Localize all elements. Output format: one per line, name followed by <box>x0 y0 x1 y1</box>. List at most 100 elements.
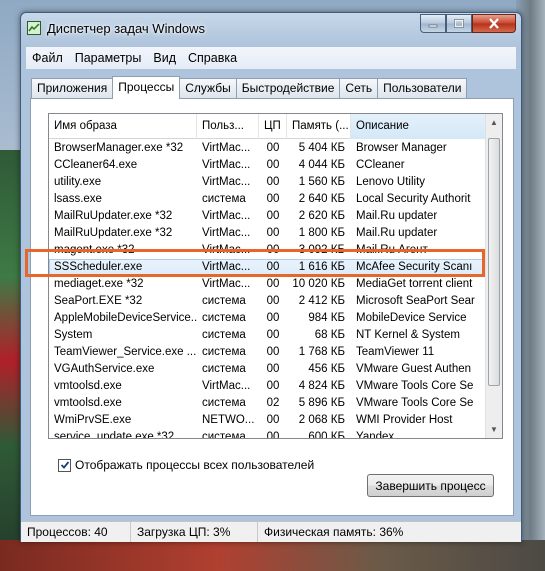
cell-description: MediaGet torrent client <box>356 278 473 290</box>
cell-image-name: VGAuthService.exe <box>54 363 155 375</box>
table-row[interactable]: magent.exe *32 VirtMac... 00 3 092 КБ Mail.R… <box>49 242 486 259</box>
cell-user: система <box>202 346 246 358</box>
maximize-icon <box>454 19 464 28</box>
process-table: Имя образа Польз... ЦП Память (... Описа… <box>48 113 503 439</box>
cell-image-name: MailRuUpdater.exe *32 <box>54 227 173 239</box>
table-row[interactable]: AppleMobileDeviceService... система 00 984 … <box>49 310 486 327</box>
cell-memory: 5 404 КБ <box>298 142 345 154</box>
cell-memory: 2 068 КБ <box>298 414 345 426</box>
task-manager-window: Диспетчер задач Windows Файл Параметры В… <box>20 12 522 542</box>
table-row[interactable]: lsass.exe система 00 2 640 КБ Local Security… <box>49 191 486 208</box>
cell-user: система <box>202 431 246 439</box>
column-user[interactable]: Польз... <box>197 114 259 139</box>
table-row[interactable]: MailRuUpdater.exe *32 VirtMac... 00 2 620 К… <box>49 208 486 225</box>
cell-cpu: 00 <box>266 261 280 273</box>
cell-memory: 1 616 КБ <box>298 261 345 273</box>
tab-users[interactable]: Пользователи <box>377 78 468 98</box>
cell-user: система <box>202 329 246 341</box>
menu-file[interactable]: Файл <box>26 47 69 69</box>
table-row[interactable]: CCleaner64.exe VirtMac... 00 4 044 КБ CClean… <box>49 157 486 174</box>
table-row[interactable]: vmtoolsd.exe VirtMac... 00 4 824 КБ VMware T… <box>49 378 486 395</box>
cell-description: CCleaner <box>356 159 405 171</box>
cell-cpu: 00 <box>266 210 280 222</box>
column-image-name[interactable]: Имя образа <box>49 114 197 139</box>
table-row[interactable]: SeaPort.EXE *32 система 00 2 412 КБ Microsof… <box>49 293 486 310</box>
scroll-down-arrow-icon[interactable]: ▼ <box>486 421 502 438</box>
cell-memory: 1 768 КБ <box>298 346 345 358</box>
table-row[interactable]: WmiPrvSE.exe NETWO... 00 2 068 КБ WMI Provid… <box>49 412 486 429</box>
checkmark-icon <box>60 461 69 469</box>
close-button[interactable] <box>472 14 516 33</box>
column-cpu[interactable]: ЦП <box>259 114 287 139</box>
menu-view[interactable]: Вид <box>147 47 182 69</box>
maximize-button[interactable] <box>446 14 472 33</box>
vertical-scrollbar[interactable]: ▲ ▼ <box>485 114 502 438</box>
tab-applications[interactable]: Приложения <box>31 78 113 98</box>
column-description[interactable]: Описание <box>351 114 486 139</box>
cell-image-name: service_update.exe *32 <box>54 431 175 439</box>
cell-image-name: utility.exe <box>54 176 102 188</box>
tab-services[interactable]: Службы <box>180 78 236 98</box>
processes-panel: Имя образа Польз... ЦП Память (... Описа… <box>30 98 514 516</box>
menu-help[interactable]: Справка <box>182 47 243 69</box>
status-cpu-load: Загрузка ЦП: 3% <box>131 522 258 542</box>
cell-user: NETWO... <box>202 414 255 426</box>
scroll-up-arrow-icon[interactable]: ▲ <box>486 114 502 131</box>
show-all-users-checkbox[interactable] <box>58 458 71 472</box>
cell-user: VirtMac... <box>202 278 251 290</box>
table-row[interactable]: utility.exe VirtMac... 00 1 560 КБ Lenovo Ut… <box>49 174 486 191</box>
cell-description: Yandex <box>356 431 395 439</box>
cell-memory: 2 412 КБ <box>298 295 345 307</box>
column-memory[interactable]: Память (... <box>287 114 351 139</box>
window-title: Диспетчер задач Windows <box>47 21 206 36</box>
cell-description: Lenovo Utility <box>356 176 426 188</box>
cell-memory: 2 640 КБ <box>298 193 345 205</box>
tab-networking[interactable]: Сеть <box>339 78 378 98</box>
menu-bar: Файл Параметры Вид Справка <box>26 47 516 69</box>
table-body: BrowserManager.exe *32 VirtMac... 00 5 404 … <box>49 140 486 439</box>
cell-image-name: magent.exe *32 <box>54 244 135 256</box>
cell-description: VMware Tools Core Se <box>356 380 474 392</box>
cell-user: система <box>202 397 246 409</box>
cell-cpu: 00 <box>266 346 280 358</box>
tab-processes[interactable]: Процессы <box>112 76 181 99</box>
table-row[interactable]: TeamViewer_Service.exe ... система 00 1 768… <box>49 344 486 361</box>
cell-image-name: mediaget.exe *32 <box>54 278 144 290</box>
close-icon <box>489 18 499 29</box>
cell-description: McAfee Security Scanı <box>356 261 473 273</box>
table-row[interactable]: VGAuthService.exe система 00 456 КБ VMware G… <box>49 361 486 378</box>
cell-cpu: 00 <box>266 176 280 188</box>
cell-cpu: 00 <box>266 278 280 290</box>
cell-image-name: vmtoolsd.exe <box>54 397 122 409</box>
table-row[interactable]: mediaget.exe *32 VirtMac... 00 10 020 КБ Med… <box>49 276 486 293</box>
cell-image-name: vmtoolsd.exe <box>54 380 122 392</box>
cell-image-name: TeamViewer_Service.exe ... <box>54 346 197 358</box>
cell-image-name: SeaPort.EXE *32 <box>54 295 143 307</box>
cell-description: VMware Guest Authen <box>356 363 472 375</box>
cell-memory: 1 800 КБ <box>298 227 345 239</box>
table-row[interactable]: vmtoolsd.exe система 02 5 896 КБ VMware Tool… <box>49 395 486 412</box>
cell-cpu: 00 <box>266 244 280 256</box>
end-process-button[interactable]: Завершить процесс <box>367 474 494 497</box>
cell-user: система <box>202 363 246 375</box>
table-row-selected[interactable]: SSScheduler.exe VirtMac... 00 1 616 КБ McAfe… <box>49 259 486 276</box>
cell-description: TeamViewer 11 <box>356 346 435 358</box>
cell-cpu: 00 <box>266 363 280 375</box>
show-all-users-option[interactable]: Отображать процессы всех пользователей <box>58 458 314 472</box>
title-bar[interactable]: Диспетчер задач Windows <box>21 13 521 43</box>
menu-options[interactable]: Параметры <box>69 47 148 69</box>
table-row[interactable]: MailRuUpdater.exe *32 VirtMac... 00 1 800 К… <box>49 225 486 242</box>
tab-performance[interactable]: Быстродействие <box>235 78 340 98</box>
table-row[interactable]: System система 00 68 КБ NT Kernel & System <box>49 327 486 344</box>
minimize-button[interactable] <box>420 14 446 33</box>
cell-cpu: 00 <box>266 142 280 154</box>
minimize-icon <box>428 24 438 27</box>
scrollbar-thumb[interactable] <box>488 138 500 386</box>
cell-cpu: 02 <box>266 397 280 409</box>
table-row[interactable]: service_update.exe *32 система 00 600 КБ Yan… <box>49 429 486 439</box>
cell-cpu: 00 <box>266 329 280 341</box>
cell-image-name: lsass.exe <box>54 193 102 205</box>
cell-image-name: SSScheduler.exe <box>54 261 143 273</box>
table-row[interactable]: BrowserManager.exe *32 VirtMac... 00 5 404 … <box>49 140 486 157</box>
cell-cpu: 00 <box>266 414 280 426</box>
